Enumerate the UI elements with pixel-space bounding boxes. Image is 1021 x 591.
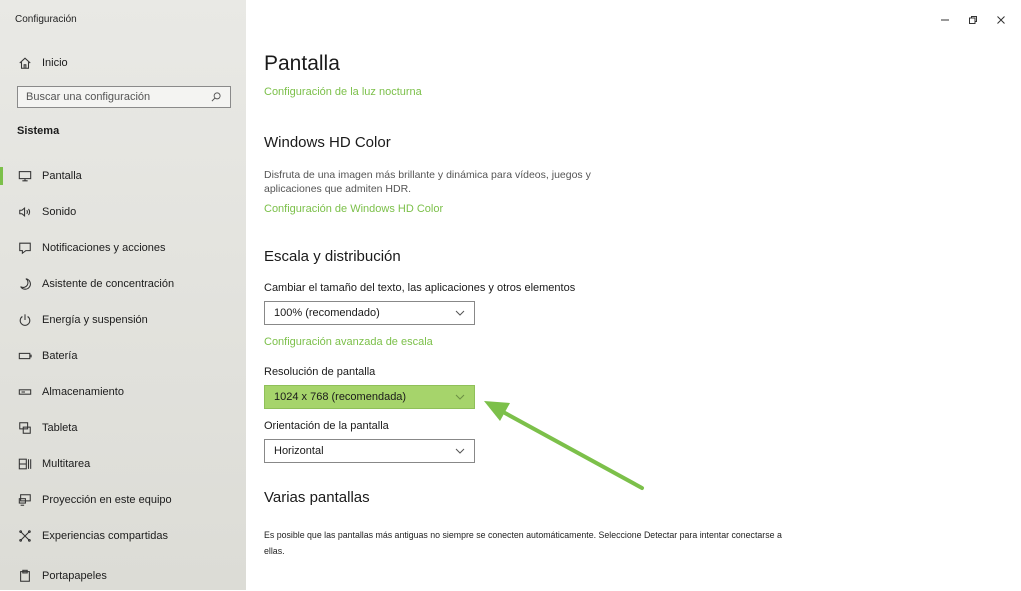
sidebar-item-notifications[interactable]: Notificaciones y acciones [0,233,246,263]
close-button[interactable] [991,12,1011,28]
sidebar-item-label: Sonido [42,206,77,218]
resolution-dropdown[interactable]: 1024 x 768 (recomendada) [264,385,475,409]
sidebar-item-label: Proyección en este equipo [42,494,172,506]
sidebar-item-multitasking[interactable]: Multitarea [0,449,246,479]
sidebar-item-label: Experiencias compartidas [42,530,168,542]
night-light-link[interactable]: Configuración de la luz nocturna [264,86,422,98]
sidebar-item-label: Batería [42,350,78,362]
sidebar-item-projection[interactable]: Proyección en este equipo [0,485,246,515]
orientation-dropdown[interactable]: Horizontal [264,439,475,463]
sidebar-item-storage[interactable]: Almacenamiento [0,377,246,407]
sidebar-section-title: Sistema [17,125,60,137]
text-size-dropdown[interactable]: 100% (recomendado) [264,301,475,325]
sidebar-item-shared-experiences[interactable]: Experiencias compartidas [0,521,246,551]
sidebar-item-clipboard[interactable]: Portapapeles [0,561,246,591]
sidebar-item-battery[interactable]: Batería [0,341,246,371]
text-size-value: 100% (recomendado) [274,307,380,319]
search-input[interactable] [18,88,208,106]
sidebar-item-label: Pantalla [42,170,82,182]
multi-display-description: Es posible que las pantallas más antigua… [264,530,782,556]
sidebar-item-label: Energía y suspensión [42,314,148,326]
orientation-value: Horizontal [274,445,324,457]
hd-color-heading: Windows HD Color [264,134,391,151]
annotation-arrow [484,401,644,490]
search-icon[interactable] [208,89,224,105]
search-box[interactable] [17,86,231,108]
chevron-down-icon [454,391,466,403]
multitask-icon [17,456,33,472]
power-icon [17,312,33,328]
chevron-down-icon [454,307,466,319]
tablet-icon [17,420,33,436]
sidebar-item-power[interactable]: Energía y suspensión [0,305,246,335]
hd-color-link[interactable]: Configuración de Windows HD Color [264,203,443,215]
sidebar-item-label: Multitarea [42,458,91,470]
scale-heading: Escala y distribución [264,248,401,265]
monitor-icon [17,168,33,184]
sidebar-item-tablet[interactable]: Tableta [0,413,246,443]
minimize-button[interactable] [935,12,955,28]
notification-icon [17,240,33,256]
sidebar-item-display[interactable]: Pantalla [0,161,246,191]
clipboard-icon [17,568,33,584]
sidebar-item-label: Portapapeles [42,570,107,582]
restore-icon [969,16,977,24]
resolution-label: Resolución de pantalla [264,366,376,378]
sidebar-item-label: Tableta [42,422,78,434]
sidebar-item-focus-assist[interactable]: Asistente de concentración [0,269,246,299]
advanced-scaling-link[interactable]: Configuración avanzada de escala [264,336,433,348]
speaker-icon [17,204,33,220]
active-indicator [0,167,3,185]
minimize-icon [941,19,949,21]
orientation-label: Orientación de la pantalla [264,420,389,432]
text-size-label: Cambiar el tamaño del texto, las aplicac… [264,282,576,294]
multi-display-heading: Varias pantallas [264,489,370,506]
sidebar-item-label: Notificaciones y acciones [42,242,166,254]
page-title: Pantalla [264,52,340,75]
sidebar-home-label: Inicio [42,57,68,69]
sidebar-item-sound[interactable]: Sonido [0,197,246,227]
projection-icon [17,492,33,508]
battery-icon [17,348,33,364]
chevron-down-icon [454,445,466,457]
hd-color-description: Disfruta de una imagen más brillante y d… [264,169,591,195]
sidebar: Configuración Inicio Sistema Pantalla So… [0,0,246,590]
shared-icon [17,528,33,544]
sidebar-item-label: Asistente de concentración [42,278,175,290]
sidebar-item-home[interactable]: Inicio [0,50,246,76]
sidebar-item-label: Almacenamiento [42,386,124,398]
home-icon [17,55,33,71]
close-icon [997,16,1005,24]
restore-button[interactable] [963,12,983,28]
storage-icon [17,384,33,400]
resolution-value: 1024 x 768 (recomendada) [274,391,407,403]
app-title: Configuración [15,14,77,25]
moon-icon [17,276,33,292]
